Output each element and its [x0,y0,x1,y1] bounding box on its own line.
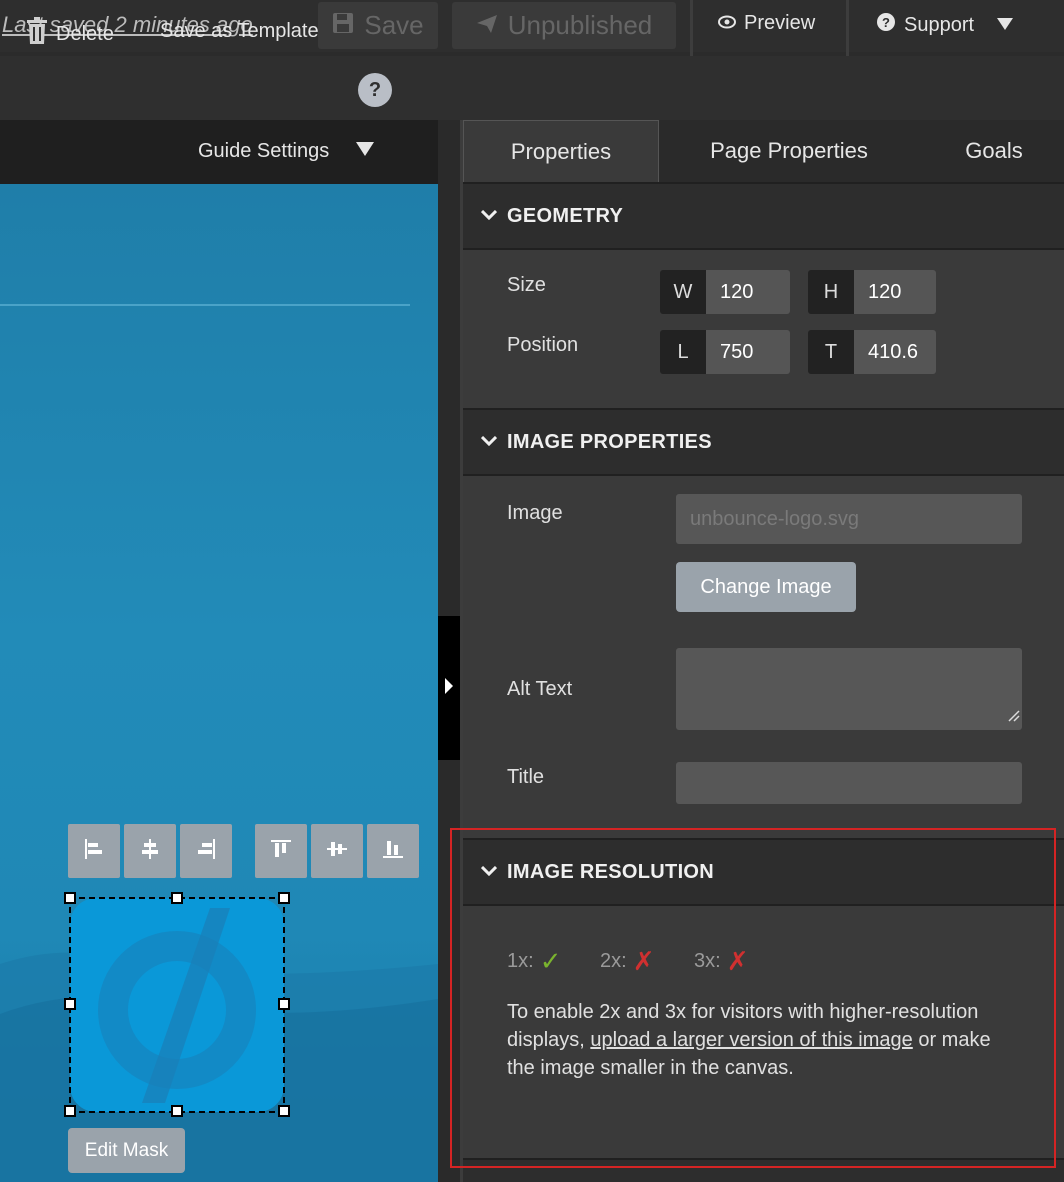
chevron-down-icon [463,433,507,451]
trash-icon [26,17,48,51]
alt-text-textarea[interactable] [676,648,1022,730]
image-properties-section-header[interactable]: IMAGE PROPERTIES [463,408,1064,476]
resize-grip-icon[interactable] [1006,705,1020,728]
align-right-button[interactable] [180,824,232,878]
unpublished-label: Unpublished [507,10,653,40]
align-middle-icon [325,837,349,866]
image-filename-field[interactable]: unbounce-logo.svg [676,494,1022,544]
geometry-heading: GEOMETRY [507,204,624,227]
top-field[interactable]: T 410.6 [808,330,936,374]
properties-tabs: Properties Page Properties Goals [463,120,1064,182]
guide-settings-dropdown[interactable]: Guide Settings [198,140,375,163]
highlight-annotation-box [450,828,1056,1168]
height-key: H [808,270,854,314]
delete-label: Delete [56,22,114,45]
help-icon[interactable]: ? [358,73,392,107]
top-key: T [808,330,854,374]
collapse-panel-handle[interactable] [438,616,460,760]
left-value[interactable]: 750 [706,330,790,374]
resize-handle-nw[interactable] [64,892,76,904]
caret-down-icon [355,140,375,163]
width-key: W [660,270,706,314]
caret-down-icon [996,14,1014,37]
tab-goals[interactable]: Goals [949,120,1039,182]
resize-handle-n[interactable] [171,892,183,904]
guide-line [0,304,410,306]
align-left-button[interactable] [68,824,120,878]
chevron-down-icon [463,207,507,225]
image-properties-heading: IMAGE PROPERTIES [507,430,712,453]
element-toolbar [0,56,1064,120]
width-value[interactable]: 120 [706,270,790,314]
tab-page-properties[interactable]: Page Properties [669,120,909,182]
align-center-button[interactable] [124,824,176,878]
left-key: L [660,330,706,374]
support-menu[interactable]: ? Support [876,12,1014,38]
resize-handle-e[interactable] [278,998,290,1010]
save-button[interactable]: Save [318,2,438,49]
delete-button[interactable]: Delete [26,17,114,51]
top-value[interactable]: 410.6 [854,330,936,374]
floppy-disk-icon [332,10,354,41]
align-bottom-icon [381,837,405,866]
left-field[interactable]: L 750 [660,330,790,374]
width-field[interactable]: W 120 [660,270,790,314]
align-bottom-button[interactable] [367,824,419,878]
size-label: Size [507,274,546,296]
resize-handle-s[interactable] [171,1105,183,1117]
align-left-icon [82,837,106,866]
caret-right-icon [445,677,453,699]
save-as-template-button[interactable]: Save as Template [160,20,319,43]
resize-handle-sw[interactable] [64,1105,76,1117]
position-label: Position [507,334,579,356]
title-label: Title [507,766,545,788]
resize-handle-ne[interactable] [278,892,290,904]
align-top-icon [269,837,293,866]
alt-text-label: Alt Text [507,678,573,700]
align-middle-button[interactable] [311,824,363,878]
toolbar-divider [690,0,693,58]
align-right-icon [194,837,218,866]
change-image-button[interactable]: Change Image [676,562,856,612]
preview-button[interactable]: Preview [718,12,815,35]
save-label: Save [364,10,424,40]
tab-properties[interactable]: Properties [463,120,659,182]
edit-mask-button[interactable]: Edit Mask [68,1128,185,1173]
image-label: Image [507,502,563,524]
toolbar-divider [846,0,849,58]
support-label: Support [904,13,975,36]
guide-settings-label: Guide Settings [198,140,330,162]
height-field[interactable]: H 120 [808,270,936,314]
preview-label: Preview [744,12,816,34]
resize-handle-w[interactable] [64,998,76,1010]
question-circle-icon: ? [876,12,896,38]
selection-outline [69,897,285,1113]
resize-handle-se[interactable] [278,1105,290,1117]
eye-icon [718,12,736,35]
svg-text:?: ? [882,15,890,30]
align-center-icon [138,837,162,866]
geometry-section-header[interactable]: GEOMETRY [463,182,1064,250]
title-input[interactable] [676,762,1022,804]
align-top-button[interactable] [255,824,307,878]
height-value[interactable]: 120 [854,270,936,314]
unpublished-button[interactable]: Unpublished [452,2,676,49]
paper-plane-icon [476,10,498,41]
